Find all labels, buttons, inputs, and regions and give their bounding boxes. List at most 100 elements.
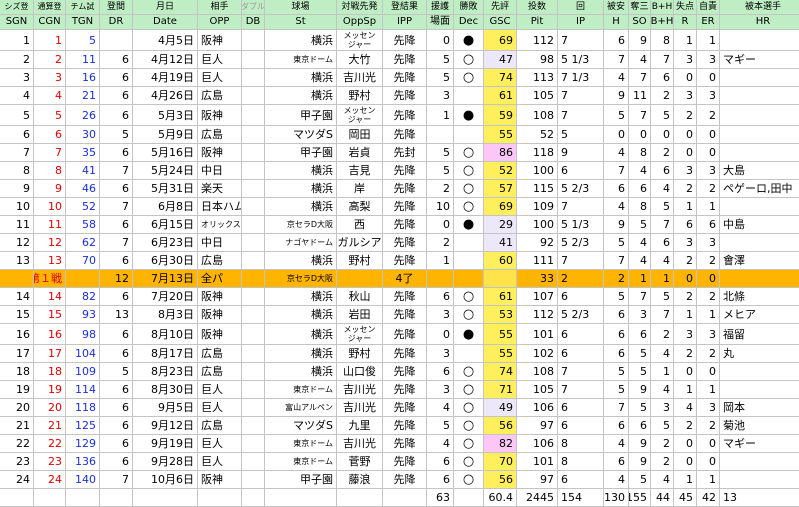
result-cell: 先降 [383, 105, 427, 126]
dr-cell: 5 [100, 363, 133, 381]
home-run-batter-cell: マギー [720, 435, 799, 453]
walks-hbp-cell: 3 [651, 399, 674, 417]
column-header-r: R [674, 15, 697, 30]
earned-runs-cell: 2 [697, 288, 720, 306]
result-cell: 先降 [383, 69, 427, 87]
opponent-cell: 楽天 [198, 180, 242, 198]
doubleheader-cell [242, 198, 265, 216]
innings-cell: 5 1/3 [558, 51, 604, 69]
home-run-batter-cell: ペゲーロ,田中 [720, 180, 799, 198]
column-header-ipp: 登結果 [383, 0, 427, 15]
game-row: 9 9 46 6 5月31日 楽天 横浜岸先降 2 ○ 57 115 5 2/3 6 6 4 2 2 ペゲーロ,田… [0, 180, 799, 198]
decision-cell: ○ [454, 399, 484, 417]
result-cell: 4了 [383, 270, 427, 288]
date-cell: 4月26日 [133, 87, 198, 105]
game-score-cell: 82 [484, 435, 517, 453]
game-score-cell: 57 [484, 180, 517, 198]
tgn-cell: 93 [66, 306, 100, 324]
date-cell: 4月12日 [133, 51, 198, 69]
pitch-count-cell: 52 [517, 126, 558, 144]
runs-cell: 2 [674, 288, 697, 306]
sgn-cell: 14 [0, 288, 34, 306]
strikeouts-cell: 4 [629, 234, 651, 252]
sgn-cell: 1 [0, 30, 34, 51]
runs-cell: 3 [674, 162, 697, 180]
result-cell: 先降 [383, 126, 427, 144]
sgn-cell: 15 [0, 306, 34, 324]
opponent-starter-cell: 山口俊 [337, 363, 383, 381]
stadium-cell: 横浜 [265, 306, 337, 324]
walks-hbp-cell: 8 [651, 30, 674, 51]
runs-cell: 4 [674, 399, 697, 417]
walks-hbp-cell: 7 [651, 216, 674, 234]
hits-cell: 130 [604, 489, 629, 507]
home-run-batter-cell: 大島 [720, 162, 799, 180]
stadium-cell: 京セラD大阪 [265, 270, 337, 288]
column-header-dec: 勝敗 [454, 0, 484, 15]
strikeouts-cell: 3 [629, 306, 651, 324]
hits-cell: 5 [604, 234, 629, 252]
home-run-batter-cell: 會澤 [720, 252, 799, 270]
opponent-starter-cell: メッセン ジャー [337, 105, 383, 126]
column-header-dec: Dec [454, 15, 484, 30]
opponent-starter-cell [337, 489, 383, 507]
opponent-cell: 阪神 [198, 30, 242, 51]
cgn-cell: 22 [34, 435, 66, 453]
date-cell: 5月16日 [133, 144, 198, 162]
game-score-cell: 55 [484, 126, 517, 144]
dr-cell: 6 [100, 417, 133, 435]
game-score-cell: 61 [484, 87, 517, 105]
opponent-starter-cell: メッセン ジャー [337, 324, 383, 345]
opponent-cell: 広島 [198, 126, 242, 144]
tgn-cell: 118 [66, 399, 100, 417]
sgn-cell: 4 [0, 87, 34, 105]
opponent-starter-cell: 西 [337, 216, 383, 234]
pitch-count-cell: 106 [517, 399, 558, 417]
doubleheader-cell [242, 435, 265, 453]
decision-cell: ○ [454, 162, 484, 180]
walks-hbp-cell: 2 [651, 87, 674, 105]
opponent-starter-cell: 九里 [337, 417, 383, 435]
stadium-cell: 京セラD大阪 [265, 216, 337, 234]
column-header-dr: 登間 [100, 0, 133, 15]
strikeouts-cell: 7 [629, 69, 651, 87]
game-score-cell: 55 [484, 345, 517, 363]
stadium-cell: 横浜 [265, 198, 337, 216]
hits-cell: 9 [604, 216, 629, 234]
column-header-sgn: SGN [0, 15, 34, 30]
hits-cell: 5 [604, 363, 629, 381]
pitch-count-cell: 106 [517, 435, 558, 453]
dr-cell: 6 [100, 381, 133, 399]
hits-cell: 6 [604, 453, 629, 471]
stadium-cell: マツダS [265, 126, 337, 144]
innings-cell: 7 [558, 363, 604, 381]
column-header-cgn: CGN [34, 15, 66, 30]
date-cell: 4月19日 [133, 69, 198, 87]
opponent-cell: 日本ハム [198, 198, 242, 216]
decision-cell: ○ [454, 51, 484, 69]
date-cell: 9月28日 [133, 453, 198, 471]
run-support-cell: 3 [427, 306, 454, 324]
opponent-starter-cell: 岡田 [337, 126, 383, 144]
cgn-cell: 18 [34, 363, 66, 381]
cgn-cell: 21 [34, 417, 66, 435]
tgn-cell: 70 [66, 252, 100, 270]
decision-cell [454, 489, 484, 507]
dr-cell: 7 [100, 162, 133, 180]
date-cell: 8月23日 [133, 363, 198, 381]
doubleheader-cell [242, 471, 265, 489]
opponent-starter-cell: 大竹 [337, 51, 383, 69]
cgn-cell: 19 [34, 381, 66, 399]
cgn-cell: 第１戦 [34, 270, 66, 288]
game-row: 21 21 125 6 9月12日 広島 マツダS 九里 先降 5 ○ 56 97 6 6 6 5 2 2 菊池 [0, 417, 799, 435]
walks-hbp-cell: 4 [651, 381, 674, 399]
date-cell: 8月30日 [133, 381, 198, 399]
decision-cell: ● [454, 216, 484, 234]
hits-cell: 6 [604, 417, 629, 435]
opponent-starter-line: メッセン [343, 106, 376, 115]
runs-cell: 0 [674, 69, 697, 87]
strikeouts-cell: 5 [629, 345, 651, 363]
home-run-batter-cell [720, 69, 799, 87]
pitch-count-cell: 97 [517, 471, 558, 489]
decision-cell: ○ [454, 417, 484, 435]
